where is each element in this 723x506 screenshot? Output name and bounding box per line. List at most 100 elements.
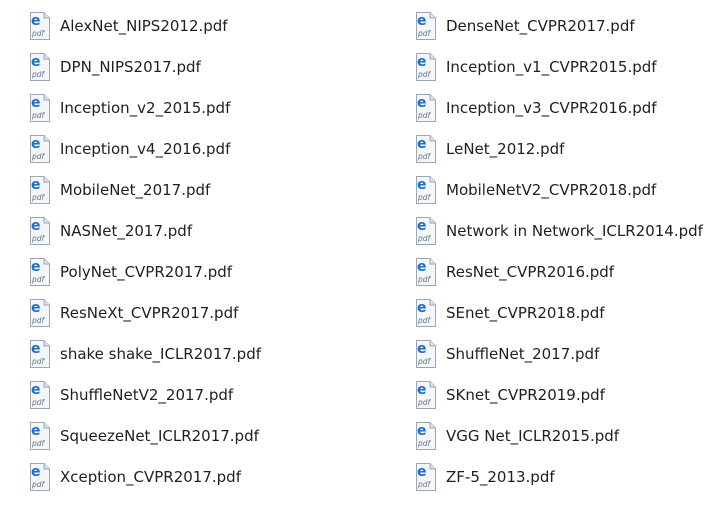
svg-text:pdf: pdf bbox=[31, 439, 46, 448]
file-item[interactable]: e pdf PolyNet_CVPR2017.pdf bbox=[28, 254, 232, 290]
svg-text:pdf: pdf bbox=[417, 111, 432, 120]
file-name: SEnet_CVPR2018.pdf bbox=[446, 304, 605, 322]
svg-text:pdf: pdf bbox=[31, 193, 46, 202]
svg-text:pdf: pdf bbox=[417, 152, 432, 161]
svg-text:e: e bbox=[417, 13, 427, 29]
svg-text:e: e bbox=[417, 177, 427, 193]
file-item[interactable]: e pdf ResNet_CVPR2016.pdf bbox=[414, 254, 614, 290]
edge-pdf-file-icon: e pdf bbox=[414, 421, 438, 451]
file-item[interactable]: e pdf NASNet_2017.pdf bbox=[28, 213, 192, 249]
edge-pdf-file-icon: e pdf bbox=[28, 462, 52, 492]
file-item[interactable]: e pdf SKnet_CVPR2019.pdf bbox=[414, 377, 605, 413]
file-item[interactable]: e pdf Network in Network_ICLR2014.pdf bbox=[414, 213, 703, 249]
file-item[interactable]: e pdf ShuffleNet_2017.pdf bbox=[414, 336, 599, 372]
file-name: Xception_CVPR2017.pdf bbox=[60, 468, 241, 486]
file-name: NASNet_2017.pdf bbox=[60, 222, 193, 240]
file-name: DenseNet_CVPR2017.pdf bbox=[446, 17, 635, 35]
edge-pdf-file-icon: e pdf bbox=[28, 298, 52, 328]
file-item[interactable]: e pdf Inception_v4_2016.pdf bbox=[28, 131, 230, 167]
svg-text:e: e bbox=[31, 300, 41, 316]
file-name: VGG Net_ICLR2015.pdf bbox=[446, 427, 620, 445]
file-item[interactable]: e pdf Inception_v2_2015.pdf bbox=[28, 90, 230, 126]
file-item[interactable]: e pdf LeNet_2012.pdf bbox=[414, 131, 564, 167]
edge-pdf-file-icon: e pdf bbox=[28, 52, 52, 82]
svg-text:e: e bbox=[417, 259, 427, 275]
file-item[interactable]: e pdf VGG Net_ICLR2015.pdf bbox=[414, 418, 619, 454]
file-name: Inception_v4_2016.pdf bbox=[60, 140, 231, 158]
svg-text:e: e bbox=[31, 177, 41, 193]
edge-pdf-file-icon: e pdf bbox=[414, 257, 438, 287]
svg-text:pdf: pdf bbox=[31, 357, 46, 366]
file-name: ShuffleNetV2_2017.pdf bbox=[60, 386, 234, 404]
edge-pdf-file-icon: e pdf bbox=[28, 93, 52, 123]
edge-pdf-file-icon: e pdf bbox=[28, 339, 52, 369]
edge-pdf-file-icon: e pdf bbox=[28, 380, 52, 410]
svg-text:pdf: pdf bbox=[31, 480, 46, 489]
file-name: ResNet_CVPR2016.pdf bbox=[446, 263, 615, 281]
svg-text:pdf: pdf bbox=[31, 275, 46, 284]
file-item[interactable]: e pdf MobileNetV2_CVPR2018.pdf bbox=[414, 172, 656, 208]
file-item[interactable]: e pdf SqueezeNet_ICLR2017.pdf bbox=[28, 418, 259, 454]
edge-pdf-file-icon: e pdf bbox=[414, 462, 438, 492]
file-item[interactable]: e pdf DenseNet_CVPR2017.pdf bbox=[414, 8, 635, 44]
svg-text:pdf: pdf bbox=[417, 316, 432, 325]
edge-pdf-file-icon: e pdf bbox=[414, 298, 438, 328]
svg-text:e: e bbox=[31, 259, 41, 275]
file-item[interactable]: e pdf AlexNet_NIPS2012.pdf bbox=[28, 8, 228, 44]
file-name: LeNet_2012.pdf bbox=[446, 140, 565, 158]
file-name: MobileNetV2_CVPR2018.pdf bbox=[446, 181, 657, 199]
edge-pdf-file-icon: e pdf bbox=[414, 52, 438, 82]
svg-text:e: e bbox=[417, 382, 427, 398]
svg-text:pdf: pdf bbox=[417, 275, 432, 284]
file-name: SqueezeNet_ICLR2017.pdf bbox=[60, 427, 259, 445]
svg-text:pdf: pdf bbox=[417, 398, 432, 407]
svg-text:e: e bbox=[31, 423, 41, 439]
file-item[interactable]: e pdf ZF-5_2013.pdf bbox=[414, 459, 555, 495]
svg-text:e: e bbox=[417, 423, 427, 439]
svg-text:e: e bbox=[31, 464, 41, 480]
file-name: ShuffleNet_2017.pdf bbox=[446, 345, 600, 363]
svg-text:e: e bbox=[31, 218, 41, 234]
file-name: Inception_v2_2015.pdf bbox=[60, 99, 231, 117]
file-item[interactable]: e pdf Inception_v3_CVPR2016.pdf bbox=[414, 90, 657, 126]
svg-text:pdf: pdf bbox=[417, 234, 432, 243]
svg-text:e: e bbox=[417, 341, 427, 357]
file-item[interactable]: e pdf shake shake_ICLR2017.pdf bbox=[28, 336, 261, 372]
edge-pdf-file-icon: e pdf bbox=[414, 134, 438, 164]
edge-pdf-file-icon: e pdf bbox=[28, 134, 52, 164]
svg-text:e: e bbox=[31, 382, 41, 398]
svg-text:e: e bbox=[31, 95, 41, 111]
file-name: Network in Network_ICLR2014.pdf bbox=[446, 222, 703, 240]
file-name: MobileNet_2017.pdf bbox=[60, 181, 211, 199]
svg-text:e: e bbox=[31, 54, 41, 70]
file-name: AlexNet_NIPS2012.pdf bbox=[60, 17, 228, 35]
svg-text:e: e bbox=[417, 300, 427, 316]
svg-text:pdf: pdf bbox=[417, 29, 432, 38]
svg-text:pdf: pdf bbox=[31, 234, 46, 243]
file-item[interactable]: e pdf ResNeXt_CVPR2017.pdf bbox=[28, 295, 238, 331]
file-item[interactable]: e pdf ShuffleNetV2_2017.pdf bbox=[28, 377, 233, 413]
file-name: SKnet_CVPR2019.pdf bbox=[446, 386, 605, 404]
svg-text:pdf: pdf bbox=[417, 70, 432, 79]
svg-text:pdf: pdf bbox=[417, 439, 432, 448]
edge-pdf-file-icon: e pdf bbox=[28, 11, 52, 41]
file-item[interactable]: e pdf DPN_NIPS2017.pdf bbox=[28, 49, 201, 85]
file-name: ZF-5_2013.pdf bbox=[446, 468, 555, 486]
file-item[interactable]: e pdf Inception_v1_CVPR2015.pdf bbox=[414, 49, 657, 85]
file-name: Inception_v3_CVPR2016.pdf bbox=[446, 99, 657, 117]
file-name: Inception_v1_CVPR2015.pdf bbox=[446, 58, 657, 76]
file-item[interactable]: e pdf Xception_CVPR2017.pdf bbox=[28, 459, 241, 495]
svg-text:pdf: pdf bbox=[31, 398, 46, 407]
edge-pdf-file-icon: e pdf bbox=[28, 216, 52, 246]
file-list-view: e pdf AlexNet_NIPS2012.pdf e pdf DPN_NIPS2017… bbox=[0, 0, 723, 506]
file-item[interactable]: e pdf SEnet_CVPR2018.pdf bbox=[414, 295, 605, 331]
file-name: DPN_NIPS2017.pdf bbox=[60, 58, 201, 76]
svg-text:e: e bbox=[31, 136, 41, 152]
svg-text:pdf: pdf bbox=[417, 480, 432, 489]
svg-text:e: e bbox=[417, 54, 427, 70]
edge-pdf-file-icon: e pdf bbox=[414, 380, 438, 410]
file-item[interactable]: e pdf MobileNet_2017.pdf bbox=[28, 172, 210, 208]
svg-text:e: e bbox=[417, 218, 427, 234]
svg-text:pdf: pdf bbox=[417, 193, 432, 202]
svg-text:pdf: pdf bbox=[31, 111, 46, 120]
